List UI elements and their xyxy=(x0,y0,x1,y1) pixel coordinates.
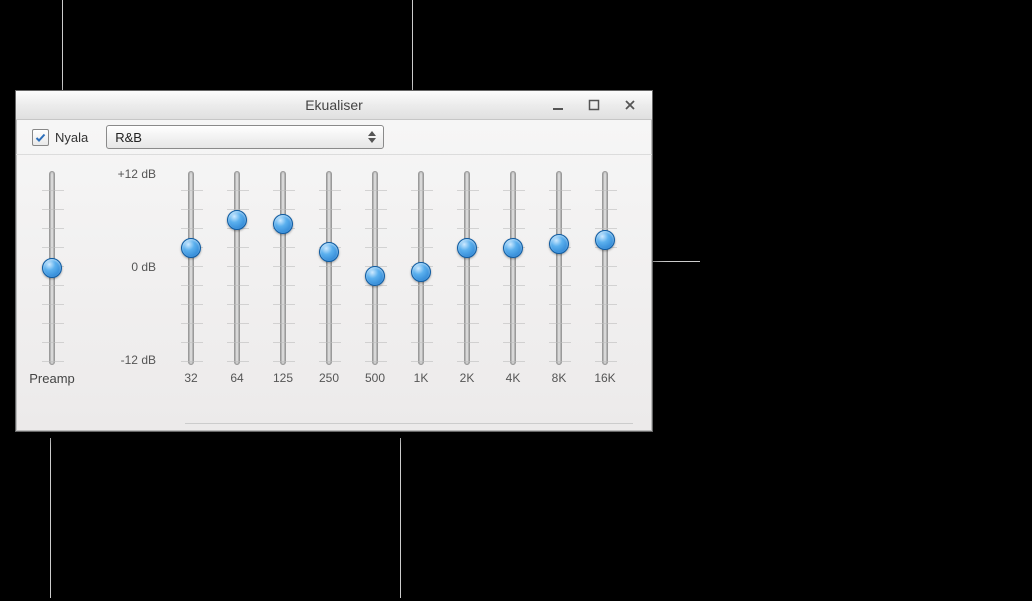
maximize-icon xyxy=(588,99,600,111)
close-icon xyxy=(624,99,636,111)
band-label-8K: 8K xyxy=(552,371,567,385)
callout-line xyxy=(50,438,51,598)
window-controls xyxy=(540,91,648,119)
updown-arrows-icon xyxy=(365,128,379,146)
scale-mid-label: 0 dB xyxy=(131,260,156,274)
maximize-button[interactable] xyxy=(576,95,612,115)
minimize-icon xyxy=(552,99,564,111)
callout-line xyxy=(412,0,413,90)
band-label-16K: 16K xyxy=(594,371,615,385)
preamp-slider[interactable] xyxy=(49,171,55,365)
toolbar: Nyala R&B xyxy=(16,120,652,155)
band-label-32: 32 xyxy=(184,371,197,385)
band-thumb-64[interactable] xyxy=(227,210,247,230)
scale-min-label: -12 dB xyxy=(121,353,156,367)
band-label-1K: 1K xyxy=(414,371,429,385)
band-label-250: 250 xyxy=(319,371,339,385)
preamp-label: Preamp xyxy=(29,371,75,386)
band-slider-column-64: 64 xyxy=(217,161,257,411)
preset-selected-label: R&B xyxy=(115,130,142,145)
band-slider-125[interactable] xyxy=(280,171,286,365)
band-slider-64[interactable] xyxy=(234,171,240,365)
band-thumb-4K[interactable] xyxy=(503,238,523,258)
band-label-64: 64 xyxy=(230,371,243,385)
band-thumb-2K[interactable] xyxy=(457,238,477,258)
checkbox-box xyxy=(32,129,49,146)
callout-line xyxy=(62,0,63,90)
preamp-slider-column: Preamp xyxy=(32,161,72,411)
on-checkbox-label: Nyala xyxy=(55,130,88,145)
preset-dropdown[interactable]: R&B xyxy=(106,125,384,149)
band-slider-1K[interactable] xyxy=(418,171,424,365)
band-slider-16K[interactable] xyxy=(602,171,608,365)
band-slider-250[interactable] xyxy=(326,171,332,365)
band-slider-column-16K: 16K xyxy=(585,161,625,411)
equalizer-body: +12 dB 0 dB -12 dB Preamp 32 64 125 250 500 1… xyxy=(16,155,652,431)
scale-max-label: +12 dB xyxy=(118,167,156,181)
band-slider-column-4K: 4K xyxy=(493,161,533,411)
minimize-button[interactable] xyxy=(540,95,576,115)
band-slider-column-8K: 8K xyxy=(539,161,579,411)
checkmark-icon xyxy=(35,132,46,143)
band-thumb-32[interactable] xyxy=(181,238,201,258)
band-thumb-125[interactable] xyxy=(273,214,293,234)
band-slider-4K[interactable] xyxy=(510,171,516,365)
band-slider-column-500: 500 xyxy=(355,161,395,411)
close-button[interactable] xyxy=(612,95,648,115)
equalizer-window: Ekualiser xyxy=(15,90,653,432)
band-thumb-250[interactable] xyxy=(319,242,339,262)
band-slider-2K[interactable] xyxy=(464,171,470,365)
band-slider-column-125: 125 xyxy=(263,161,303,411)
callout-line xyxy=(400,438,401,598)
on-checkbox[interactable]: Nyala xyxy=(32,129,88,146)
preamp-thumb[interactable] xyxy=(42,258,62,278)
band-slider-8K[interactable] xyxy=(556,171,562,365)
band-label-2K: 2K xyxy=(460,371,475,385)
band-slider-column-1K: 1K xyxy=(401,161,441,411)
band-thumb-8K[interactable] xyxy=(549,234,569,254)
band-slider-32[interactable] xyxy=(188,171,194,365)
band-slider-500[interactable] xyxy=(372,171,378,365)
bands-underline xyxy=(185,423,633,424)
band-label-4K: 4K xyxy=(506,371,521,385)
window-title: Ekualiser xyxy=(305,97,363,113)
band-label-500: 500 xyxy=(365,371,385,385)
band-label-125: 125 xyxy=(273,371,293,385)
band-slider-column-2K: 2K xyxy=(447,161,487,411)
band-thumb-500[interactable] xyxy=(365,266,385,286)
band-thumb-16K[interactable] xyxy=(595,230,615,250)
band-slider-column-32: 32 xyxy=(171,161,211,411)
band-thumb-1K[interactable] xyxy=(411,262,431,282)
db-scale: +12 dB 0 dB -12 dB xyxy=(96,167,156,367)
band-slider-column-250: 250 xyxy=(309,161,349,411)
title-bar: Ekualiser xyxy=(16,91,652,120)
